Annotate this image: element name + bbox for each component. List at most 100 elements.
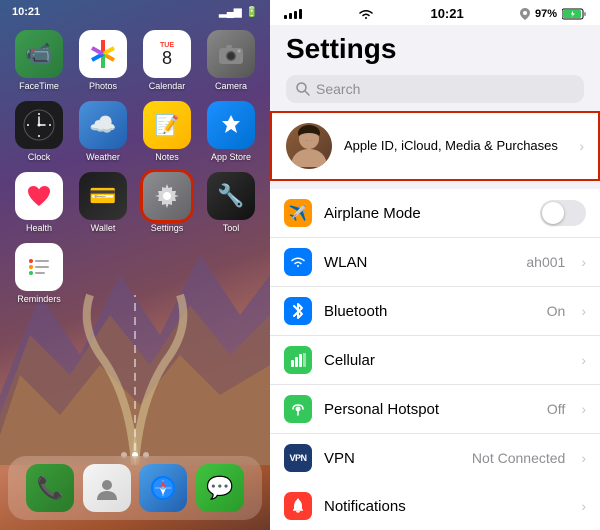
airplane-toggle[interactable]: [540, 200, 586, 226]
avatar: [286, 123, 332, 169]
vpn-icon: VPN: [284, 444, 312, 472]
dock-contacts[interactable]: [83, 464, 131, 512]
camera-icon-img: [207, 30, 255, 78]
dock-messages[interactable]: 💬: [196, 464, 244, 512]
app-grid-row3: Health 💳 Wallet Settings 🔧 Tool: [0, 170, 270, 241]
dock-phone[interactable]: 📞: [26, 464, 74, 512]
clock-icon-img: [15, 101, 63, 149]
bar4: [299, 9, 302, 19]
cal-day: 8: [162, 49, 172, 67]
apple-id-card[interactable]: Apple ID, iCloud, Media & Purchases ›: [270, 111, 600, 181]
settings-section-2: Notifications › Sounds & Haptics ›: [270, 482, 600, 530]
app-health[interactable]: Health: [12, 172, 66, 233]
app-weather[interactable]: ☁️ Weather: [76, 101, 130, 162]
search-bar[interactable]: Search: [286, 75, 584, 103]
tool-label: Tool: [223, 223, 240, 233]
app-photos[interactable]: Photos: [76, 30, 130, 91]
health-icon-img: [15, 172, 63, 220]
search-icon-right: [296, 82, 310, 96]
vpn-label: VPN: [324, 450, 460, 467]
tool-icon-img: 🔧: [207, 172, 255, 220]
toggle-knob: [542, 202, 564, 224]
wlan-label: WLAN: [324, 254, 514, 271]
calendar-icon: TUE 8: [143, 30, 191, 78]
apple-id-text: Apple ID, iCloud, Media & Purchases: [344, 138, 567, 155]
home-screen: 10:21 ▂▄▆ 🔋 📹 FaceTime: [0, 0, 270, 530]
battery-left: 🔋: [246, 7, 258, 18]
wallet-label: Wallet: [91, 223, 116, 233]
app-appstore[interactable]: App Store: [204, 101, 258, 162]
app-reminders[interactable]: Reminders: [12, 243, 66, 304]
cellular-icon: [284, 346, 312, 374]
status-time-right: 10:21: [430, 6, 463, 21]
apple-id-label: Apple ID, iCloud, Media & Purchases: [344, 138, 567, 155]
status-bar-right: 10:21 97%: [270, 0, 600, 25]
health-label: Health: [26, 223, 52, 233]
settings-title: Settings: [286, 33, 584, 65]
location-icon: [520, 8, 530, 20]
wifi-icon: ▂▄▆: [219, 7, 241, 18]
cellular-chevron: ›: [581, 352, 586, 368]
bar1: [284, 15, 287, 19]
notifications-chevron: ›: [581, 498, 586, 514]
apple-id-chevron: ›: [579, 138, 584, 154]
status-time-left: 10:21: [12, 6, 40, 18]
row-wlan[interactable]: WLAN ah001 ›: [270, 238, 600, 287]
airplane-icon: ✈️: [284, 199, 312, 227]
calendar-label: Calendar: [149, 81, 186, 91]
app-facetime[interactable]: 📹 FaceTime: [12, 30, 66, 91]
app-calendar[interactable]: TUE 8 Calendar: [140, 30, 194, 91]
camera-label: Camera: [215, 81, 247, 91]
wallet-icon-img: 💳: [79, 172, 127, 220]
photos-icon: [79, 30, 127, 78]
notifications-icon: [284, 492, 312, 520]
status-icons-left: ▂▄▆ 🔋: [219, 7, 258, 18]
settings-panel: 10:21 97% Settings Search: [270, 0, 600, 530]
facetime-label: FaceTime: [19, 81, 59, 91]
hotspot-label: Personal Hotspot: [324, 401, 535, 418]
app-clock[interactable]: Clock: [12, 101, 66, 162]
bluetooth-icon: [284, 297, 312, 325]
appstore-label: App Store: [211, 152, 251, 162]
app-grid-row2: Clock ☁️ Weather 📝 Notes App Store: [0, 99, 270, 170]
cellular-label: Cellular: [324, 352, 569, 369]
hotspot-icon: [284, 395, 312, 423]
app-notes[interactable]: 📝 Notes: [140, 101, 194, 162]
row-bluetooth[interactable]: Bluetooth On ›: [270, 287, 600, 336]
settings-section-1: ✈️ Airplane Mode WLAN ah001 ›: [270, 189, 600, 482]
weather-icon-img: ☁️: [79, 101, 127, 149]
battery-icon-right: [562, 8, 586, 20]
wifi-icon-right: [358, 8, 374, 20]
battery-right: 97%: [535, 8, 557, 20]
row-vpn[interactable]: VPN VPN Not Connected ›: [270, 434, 600, 482]
wlan-icon: [284, 248, 312, 276]
facetime-icon: 📹: [15, 30, 63, 78]
notes-icon-img: 📝: [143, 101, 191, 149]
signal-bars: [284, 9, 302, 19]
airplane-label: Airplane Mode: [324, 205, 528, 222]
row-cellular[interactable]: Cellular ›: [270, 336, 600, 385]
bluetooth-label: Bluetooth: [324, 303, 535, 320]
dock-safari[interactable]: [139, 464, 187, 512]
bluetooth-chevron: ›: [581, 303, 586, 319]
wlan-chevron: ›: [581, 254, 586, 270]
status-bar-left: 10:21 ▂▄▆ 🔋: [0, 0, 270, 22]
row-airplane[interactable]: ✈️ Airplane Mode: [270, 189, 600, 238]
row-hotspot[interactable]: Personal Hotspot Off ›: [270, 385, 600, 434]
vpn-chevron: ›: [581, 450, 586, 466]
app-camera[interactable]: Camera: [204, 30, 258, 91]
app-grid-row4: Reminders: [0, 241, 270, 312]
hotspot-chevron: ›: [581, 401, 586, 417]
search-placeholder: Search: [316, 81, 360, 97]
app-settings[interactable]: Settings: [140, 172, 194, 233]
hotspot-value: Off: [547, 401, 565, 417]
app-tool[interactable]: 🔧 Tool: [204, 172, 258, 233]
settings-label: Settings: [151, 223, 184, 233]
app-grid-row1: 📹 FaceTime Photos: [0, 22, 270, 99]
wlan-value: ah001: [526, 254, 565, 270]
appstore-icon-img: [207, 101, 255, 149]
vpn-value: Not Connected: [472, 450, 565, 466]
app-wallet[interactable]: 💳 Wallet: [76, 172, 130, 233]
reminders-icon-img: [15, 243, 63, 291]
row-notifications[interactable]: Notifications ›: [270, 482, 600, 530]
